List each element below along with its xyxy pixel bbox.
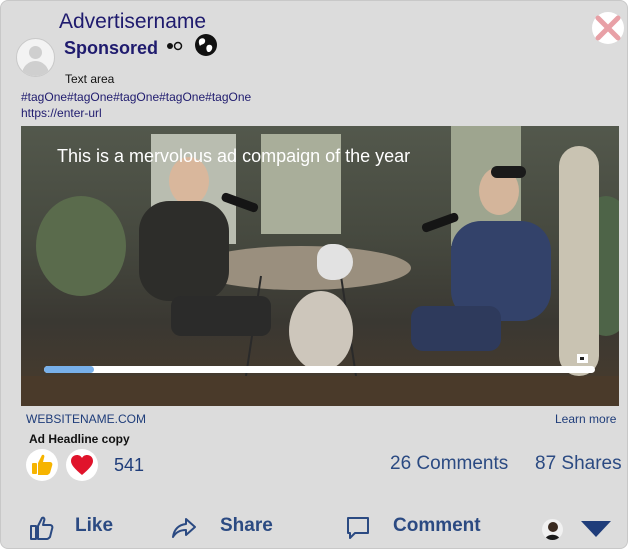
- fullscreen-icon[interactable]: [577, 354, 588, 363]
- thumbs-up-icon: [32, 454, 53, 475]
- advertiser-avatar[interactable]: [16, 38, 55, 77]
- video-progress-fill: [44, 366, 94, 373]
- reaction-count[interactable]: 541: [114, 455, 144, 476]
- share-button[interactable]: Share: [220, 515, 273, 537]
- chevron-down-icon[interactable]: [581, 521, 611, 537]
- close-icon[interactable]: [591, 11, 625, 45]
- shares-count[interactable]: 87 Shares: [535, 453, 622, 475]
- share-icon[interactable]: [171, 515, 197, 541]
- post-url[interactable]: https://enter-url: [21, 106, 102, 120]
- advertiser-name[interactable]: Advertisername: [59, 10, 206, 34]
- ad-headline: Ad Headline copy: [29, 432, 130, 446]
- sponsored-label: Sponsored: [64, 38, 159, 58]
- video-progress-bar[interactable]: [44, 366, 595, 373]
- avatar-head: [29, 46, 42, 59]
- video-player[interactable]: This is a mervolous ad compaign of the y…: [21, 126, 619, 406]
- person-icon: [545, 522, 560, 540]
- website-name[interactable]: WEBSITENAME.COM: [26, 412, 146, 426]
- learn-more-link[interactable]: Learn more: [555, 412, 616, 426]
- video-title: This is a mervolous ad compaign of the y…: [57, 146, 411, 166]
- comments-count[interactable]: 26 Comments: [390, 453, 508, 475]
- avatar-body: [22, 61, 49, 76]
- heart-icon: [71, 455, 93, 475]
- post-text: Text area: [65, 72, 115, 86]
- like-reaction-icon[interactable]: [26, 449, 58, 481]
- viewer-avatar[interactable]: [542, 519, 563, 540]
- hashtags[interactable]: #tagOne#tagOne#tagOne#tagOne#tagOne: [21, 90, 251, 104]
- like-button[interactable]: Like: [75, 515, 113, 537]
- love-reaction-icon[interactable]: [66, 449, 98, 481]
- like-icon[interactable]: [29, 515, 55, 541]
- comment-icon[interactable]: [345, 515, 371, 541]
- comment-button[interactable]: Comment: [393, 515, 481, 537]
- globe-icon: [195, 34, 217, 56]
- dots-icon: [167, 41, 183, 51]
- ad-card: Advertisername Sponsored Text area #tagO…: [0, 0, 628, 549]
- play-button[interactable]: [317, 244, 353, 280]
